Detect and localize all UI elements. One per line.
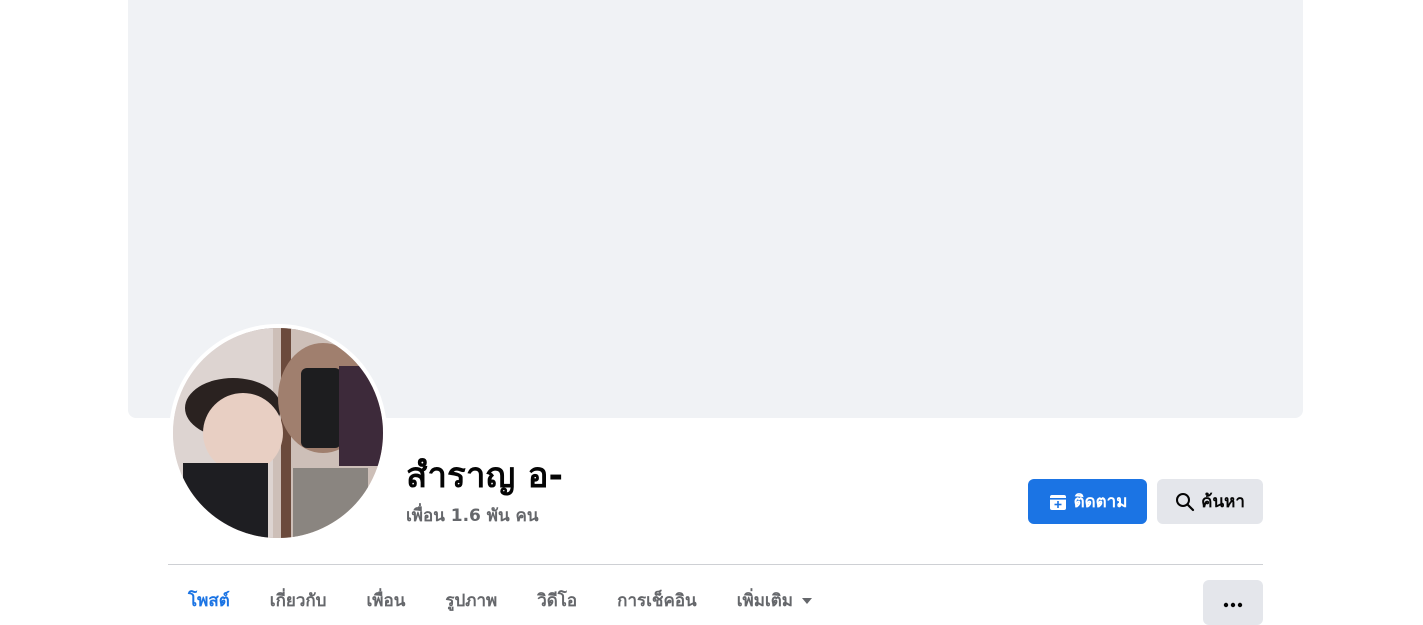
follow-label: ติดตาม	[1073, 492, 1128, 512]
search-label: ค้นหา	[1201, 492, 1245, 512]
more-options-button[interactable]	[1203, 580, 1263, 625]
follow-plus-icon	[1048, 492, 1068, 512]
profile-tabs: โพสต์ เกี่ยวกับ เพื่อน รูปภาพ วิดีโอ การ…	[168, 580, 833, 621]
profile-name: สำราญ อ-	[406, 456, 564, 496]
tab-posts[interactable]: โพสต์	[168, 580, 250, 621]
profile-picture[interactable]	[173, 328, 383, 538]
header-divider	[168, 564, 1263, 565]
friends-count[interactable]: เพื่อน 1.6 พัน คน	[406, 502, 539, 529]
tab-friends[interactable]: เพื่อน	[346, 580, 425, 621]
tab-checkins[interactable]: การเช็คอิน	[597, 580, 717, 621]
tab-about[interactable]: เกี่ยวกับ	[250, 580, 347, 621]
tab-videos[interactable]: วิดีโอ	[517, 580, 597, 621]
tab-photos[interactable]: รูปภาพ	[425, 580, 517, 621]
caret-down-icon	[801, 596, 813, 606]
search-button[interactable]: ค้นหา	[1157, 479, 1263, 524]
search-icon	[1175, 492, 1195, 512]
follow-button[interactable]: ติดตาม	[1028, 479, 1147, 524]
more-dots-icon	[1223, 593, 1243, 612]
tab-more[interactable]: เพิ่มเติม	[717, 580, 833, 621]
